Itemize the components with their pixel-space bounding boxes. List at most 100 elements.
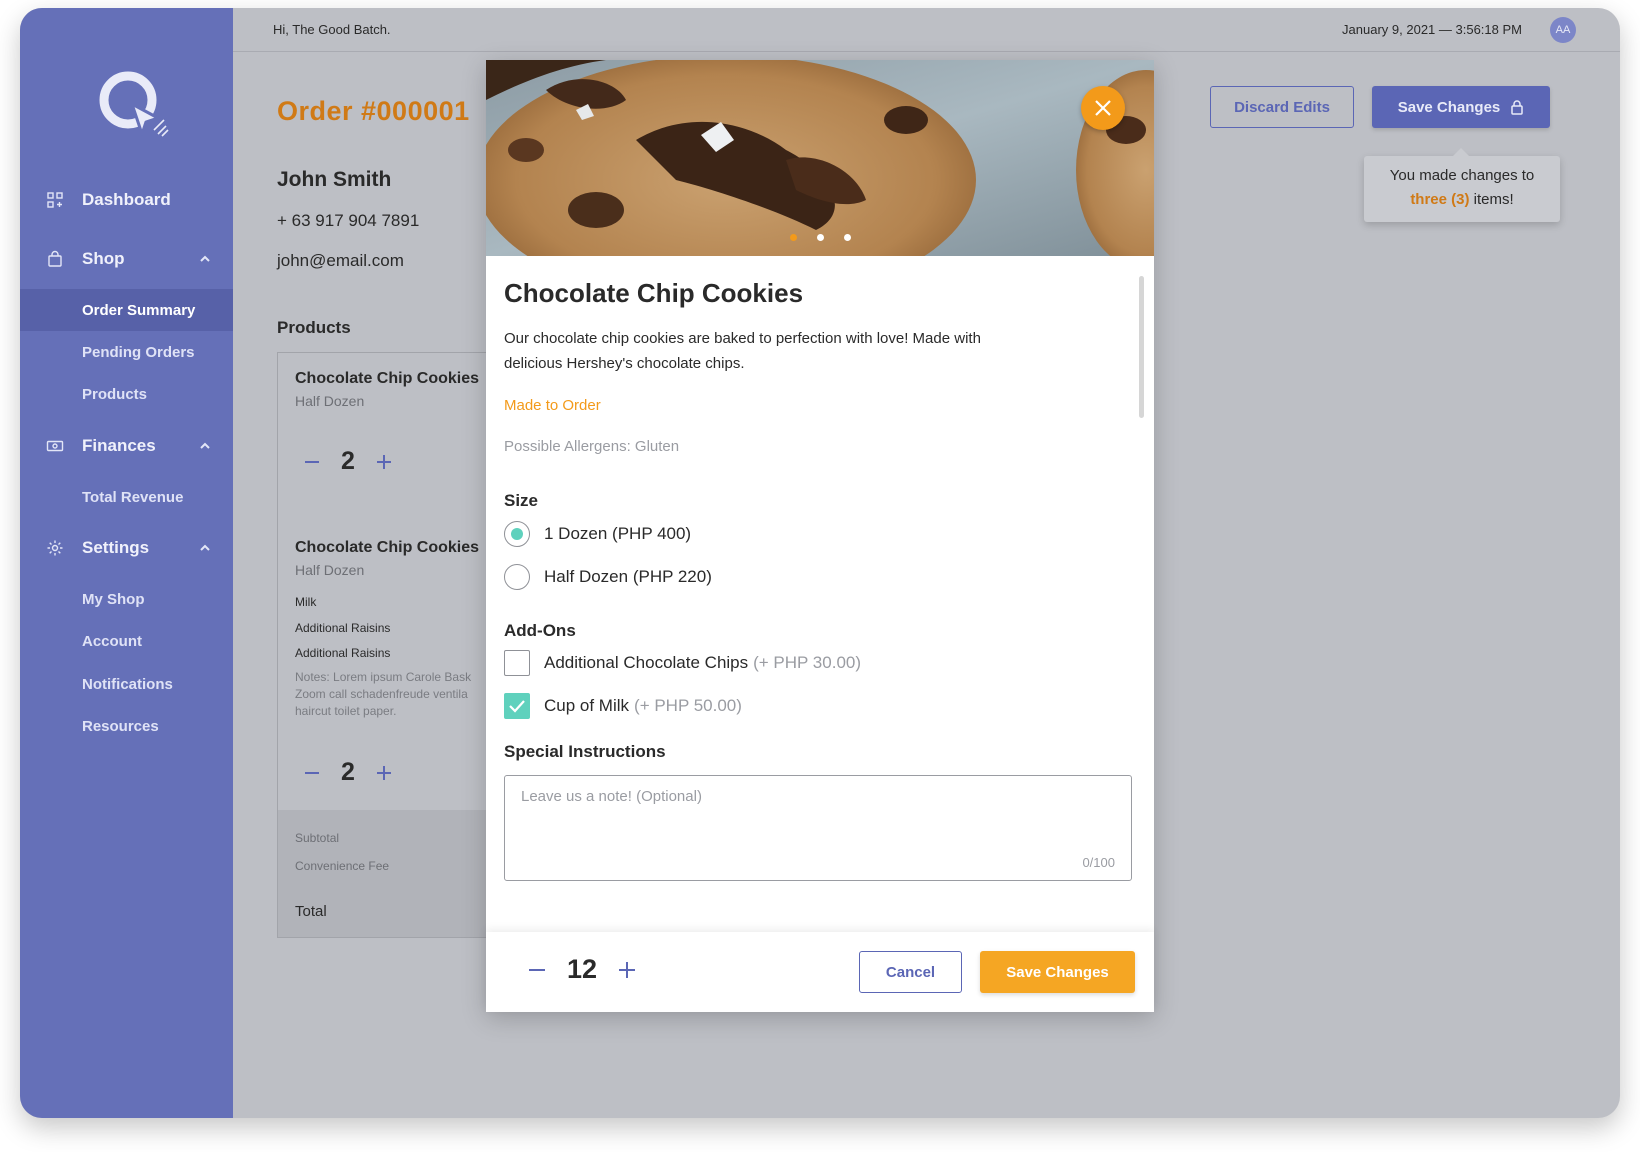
order-item-name: Chocolate Chip Cookies bbox=[295, 539, 480, 556]
discard-edits-button[interactable]: Discard Edits bbox=[1210, 86, 1354, 128]
sidebar-item-order-summary[interactable]: Order Summary bbox=[20, 289, 233, 331]
order-item-stepper: 2 bbox=[300, 758, 396, 787]
special-instructions-input[interactable] bbox=[505, 776, 1131, 880]
addons-heading: Add-Ons bbox=[504, 621, 576, 640]
chevron-up-icon bbox=[200, 544, 210, 551]
checkbox[interactable] bbox=[504, 650, 530, 676]
plus-icon bbox=[619, 961, 635, 978]
discard-edits-label: Discard Edits bbox=[1234, 98, 1330, 116]
allergens-text: Possible Allergens: Gluten bbox=[504, 438, 680, 455]
sidebar-item-resources[interactable]: Resources bbox=[20, 705, 233, 747]
decrement-button[interactable] bbox=[300, 450, 324, 474]
order-item-notes-line: Notes: Lorem ipsum Carole Bask bbox=[295, 670, 472, 684]
addon-option-chocolate-chips[interactable]: Additional Chocolate Chips (+ PHP 30.00) bbox=[504, 649, 861, 677]
order-item-card[interactable]: Chocolate Chip Cookies Half Dozen 2 bbox=[277, 352, 497, 520]
sidebar-section-label: Finances bbox=[82, 436, 156, 455]
order-summary-box: Subtotal Convenience Fee Total bbox=[277, 810, 497, 938]
increment-button[interactable] bbox=[372, 761, 396, 785]
order-item-stepper: 2 bbox=[300, 447, 396, 476]
radio-button[interactable] bbox=[504, 521, 530, 547]
size-option-1-dozen[interactable]: 1 Dozen (PHP 400) bbox=[504, 520, 691, 548]
tooltip-line-1: You made changes to bbox=[1389, 167, 1535, 184]
changes-tooltip: You made changes to three (3) items! bbox=[1364, 148, 1560, 222]
minus-icon bbox=[305, 460, 319, 463]
modal-footer: 12 Cancel Save Changes bbox=[486, 932, 1154, 1012]
minus-icon bbox=[305, 771, 319, 774]
save-changes-button-top[interactable]: Save Changes bbox=[1372, 86, 1550, 128]
order-item-addon: Additional Raisins bbox=[295, 621, 391, 635]
decrement-button[interactable] bbox=[524, 957, 550, 983]
dashboard-icon bbox=[47, 192, 63, 208]
customer-phone: + 63 917 904 7891 bbox=[277, 211, 420, 230]
decrement-button[interactable] bbox=[300, 761, 324, 785]
tooltip-count: three (3) bbox=[1410, 191, 1470, 208]
sidebar-item-products[interactable]: Products bbox=[20, 373, 233, 415]
modal-body: Chocolate Chip Cookies Our chocolate chi… bbox=[486, 256, 1154, 932]
addon-label: Cup of Milk bbox=[544, 696, 630, 715]
order-item-notes-line: haircut toilet paper. bbox=[295, 704, 397, 718]
sidebar-section-label: Shop bbox=[82, 249, 125, 268]
carousel-dot[interactable] bbox=[789, 234, 797, 241]
carousel-dot[interactable] bbox=[843, 234, 851, 241]
product-description: Our chocolate chip cookies are baked to … bbox=[504, 330, 981, 372]
size-heading: Size bbox=[504, 491, 539, 510]
datetime-text: January 9, 2021 — 3:56:18 PM bbox=[1342, 22, 1522, 37]
save-changes-label: Save Changes bbox=[1006, 963, 1109, 981]
save-changes-button[interactable]: Save Changes bbox=[980, 951, 1135, 993]
radio-button[interactable] bbox=[504, 564, 530, 590]
sidebar: Dashboard Shop Order Summary Pending Ord… bbox=[20, 8, 233, 1118]
sidebar-section-label: Dashboard bbox=[82, 190, 171, 209]
convenience-fee-label: Convenience Fee bbox=[295, 859, 390, 873]
cookie-photo bbox=[486, 60, 1154, 256]
character-counter: 0/100 bbox=[1082, 855, 1115, 870]
special-instructions-field: 0/100 bbox=[504, 775, 1132, 881]
sidebar-item-account[interactable]: Account bbox=[20, 620, 233, 662]
carousel-dot[interactable] bbox=[816, 234, 824, 241]
avatar[interactable]: AA bbox=[1550, 17, 1576, 43]
gear-icon bbox=[47, 540, 63, 556]
sidebar-section-dashboard[interactable]: Dashboard bbox=[20, 180, 233, 220]
order-item-notes-line: Zoom call schadenfreude ventila bbox=[295, 687, 468, 701]
customer-email: john@email.com bbox=[277, 251, 404, 270]
checkbox[interactable] bbox=[504, 693, 530, 719]
order-item-addon: Additional Raisins bbox=[295, 646, 391, 660]
cancel-label: Cancel bbox=[885, 963, 936, 981]
addon-price: (+ PHP 30.00) bbox=[753, 653, 862, 672]
quantity-value: 12 bbox=[566, 954, 598, 984]
lock-icon bbox=[1511, 100, 1524, 115]
plus-icon bbox=[377, 454, 391, 469]
order-item-size: Half Dozen bbox=[295, 393, 365, 409]
sidebar-item-pending-orders[interactable]: Pending Orders bbox=[20, 331, 233, 373]
increment-button[interactable] bbox=[614, 957, 640, 983]
shopping-bag-icon bbox=[48, 250, 62, 267]
addon-option-cup-of-milk[interactable]: Cup of Milk (+ PHP 50.00) bbox=[504, 692, 742, 720]
increment-button[interactable] bbox=[372, 450, 396, 474]
close-modal-button[interactable] bbox=[1081, 86, 1125, 130]
product-title: Chocolate Chip Cookies bbox=[504, 278, 804, 308]
sidebar-item-my-shop[interactable]: My Shop bbox=[20, 578, 233, 620]
check-icon bbox=[509, 700, 525, 713]
order-item-card[interactable]: Chocolate Chip Cookies Half Dozen Milk A… bbox=[277, 520, 497, 810]
save-changes-label: Save Changes bbox=[1397, 98, 1501, 116]
size-option-label: 1 Dozen (PHP 400) bbox=[544, 524, 692, 543]
minus-icon bbox=[529, 968, 545, 971]
top-bar: Hi, The Good Batch. January 9, 2021 — 3:… bbox=[233, 8, 1620, 52]
chevron-up-icon bbox=[200, 442, 210, 449]
product-image-carousel[interactable] bbox=[486, 60, 1154, 256]
product-edit-modal: Chocolate Chip Cookies Our chocolate chi… bbox=[486, 60, 1154, 1012]
greeting-text: Hi, The Good Batch. bbox=[273, 22, 391, 37]
subtotal-label: Subtotal bbox=[295, 831, 340, 845]
sidebar-section-finances[interactable]: Finances bbox=[20, 426, 233, 466]
quantity-stepper: 12 bbox=[524, 954, 640, 985]
sidebar-section-settings[interactable]: Settings bbox=[20, 528, 233, 568]
sidebar-item-total-revenue[interactable]: Total Revenue bbox=[20, 476, 233, 518]
cancel-button[interactable]: Cancel bbox=[859, 951, 962, 993]
app-logo bbox=[99, 71, 169, 137]
modal-scrollbar[interactable] bbox=[1139, 276, 1144, 418]
sidebar-section-shop[interactable]: Shop bbox=[20, 239, 233, 279]
tooltip-suffix: items! bbox=[1473, 191, 1514, 208]
wallet-icon bbox=[46, 440, 64, 452]
sidebar-item-notifications[interactable]: Notifications bbox=[20, 663, 233, 705]
size-option-half-dozen[interactable]: Half Dozen (PHP 220) bbox=[504, 563, 712, 591]
close-icon bbox=[1095, 100, 1111, 116]
